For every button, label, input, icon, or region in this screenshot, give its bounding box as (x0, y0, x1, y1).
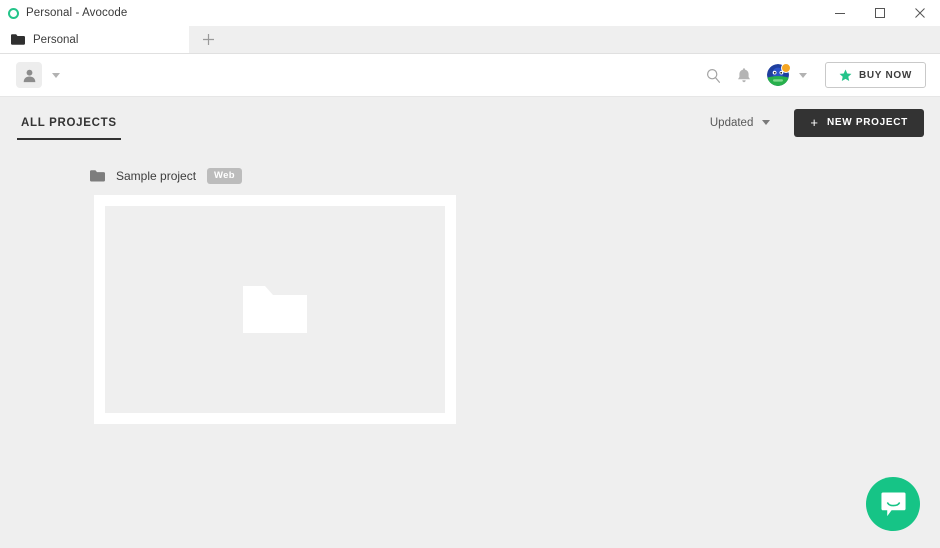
user-avatar[interactable] (766, 63, 791, 86)
search-icon (707, 68, 721, 83)
new-tab-button[interactable] (189, 26, 227, 53)
window-controls (820, 0, 940, 26)
close-icon (915, 8, 925, 18)
project-card[interactable] (94, 194, 456, 424)
folder-icon (11, 34, 25, 45)
title-bar-left: Personal - Avocode (0, 7, 127, 19)
close-button[interactable] (900, 0, 940, 26)
new-project-label: NEW PROJECT (826, 117, 908, 128)
sort-dropdown-label: Updated (709, 116, 754, 129)
buy-now-button[interactable]: BUY NOW (824, 62, 926, 88)
minimize-icon (835, 13, 845, 14)
chat-support-button[interactable] (866, 477, 920, 531)
new-project-button[interactable]: + NEW PROJECT (794, 108, 924, 137)
account-switcher-chevron-down-icon[interactable] (52, 72, 60, 78)
search-button[interactable] (699, 60, 729, 90)
notification-dot (780, 63, 791, 73)
projects-subheader: ALL PROJECTS Updated + NEW PROJECT (0, 97, 940, 148)
active-tab-indicator (17, 138, 121, 140)
plus-icon (202, 34, 214, 45)
plus-icon: + (810, 115, 818, 130)
chat-bubble-smile-icon (880, 491, 906, 516)
toolbar-right-group: BUY NOW (699, 60, 926, 90)
app-window: Personal - Avocode Personal BUY NOW ALL … (0, 0, 940, 548)
user-menu-chevron-down-icon[interactable] (798, 72, 807, 78)
tab-personal[interactable]: Personal (0, 26, 189, 53)
user-avatar-placeholder-icon (23, 69, 35, 82)
project-type-badge: Web (207, 168, 242, 184)
account-switcher-button[interactable] (16, 62, 42, 88)
window-title: Personal - Avocode (26, 7, 128, 19)
notifications-button[interactable] (729, 60, 759, 90)
subheader-right-group: Updated + NEW PROJECT (708, 108, 924, 137)
chevron-down-icon (762, 120, 771, 125)
project-name[interactable]: Sample project (116, 169, 196, 183)
bell-icon (737, 67, 750, 82)
projects-content: Sample project Web (0, 148, 940, 548)
empty-project-placeholder (243, 285, 307, 333)
maximize-icon (875, 8, 885, 18)
sort-dropdown[interactable]: Updated (708, 113, 772, 133)
project-header: Sample project Web (90, 168, 940, 184)
main-toolbar: BUY NOW (0, 54, 940, 97)
star-icon (839, 69, 852, 81)
buy-now-label: BUY NOW (858, 69, 912, 81)
minimize-button[interactable] (820, 0, 860, 26)
folder-icon (90, 169, 105, 182)
project-card-thumbnail (105, 205, 445, 413)
avocode-ring-icon (8, 7, 19, 19)
tab-strip: Personal (0, 26, 940, 54)
tab-label: Personal (33, 33, 79, 46)
title-bar: Personal - Avocode (0, 0, 940, 26)
tab-all-projects[interactable]: ALL PROJECTS (17, 97, 121, 148)
folder-placeholder-icon (243, 285, 307, 333)
tab-all-projects-label: ALL PROJECTS (21, 116, 117, 129)
maximize-button[interactable] (860, 0, 900, 26)
